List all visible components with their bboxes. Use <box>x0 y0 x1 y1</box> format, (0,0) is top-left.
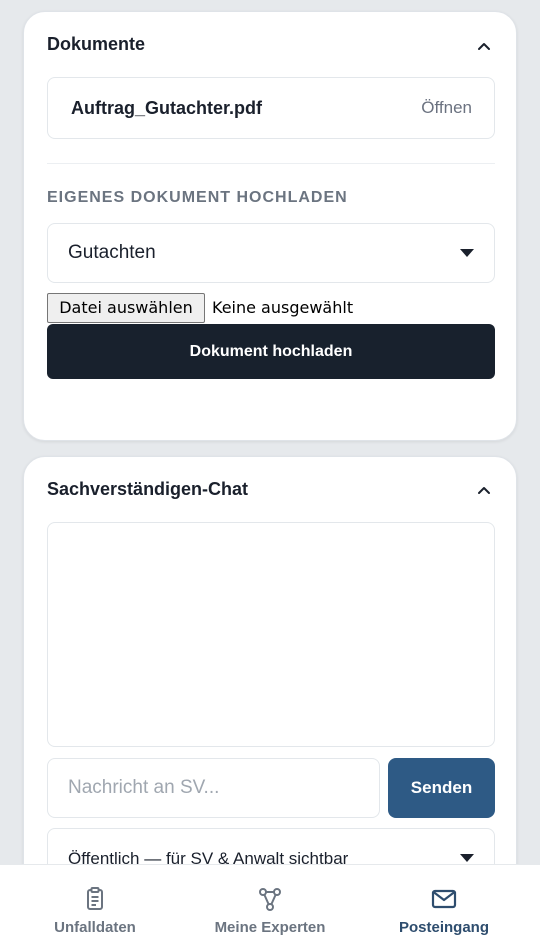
mail-icon <box>431 889 457 909</box>
network-icon <box>259 888 281 911</box>
file-status-text: Keine ausgewählt <box>212 298 354 317</box>
upload-document-button[interactable]: Dokument hochladen <box>47 324 495 379</box>
divider <box>47 163 495 164</box>
choose-file-button[interactable]: Datei auswählen <box>47 293 205 323</box>
chevron-up-icon[interactable] <box>476 38 492 54</box>
open-document-link[interactable]: Öffnen <box>421 98 472 118</box>
nav-label-unfalldaten: Unfalldaten <box>54 919 136 936</box>
chat-card-title: Sachverständigen-Chat <box>47 479 249 499</box>
document-file-row: Auftrag_Gutachter.pdf Öffnen <box>47 77 495 139</box>
send-button[interactable]: Senden <box>388 758 495 818</box>
document-file-name: Auftrag_Gutachter.pdf <box>71 98 263 118</box>
documents-card: Dokumente Auftrag_Gutachter.pdf Öffnen E… <box>23 11 517 441</box>
chevron-up-icon[interactable] <box>476 482 492 498</box>
caret-down-icon <box>460 854 474 862</box>
bottom-nav: Unfalldaten Meine Experten Posteingang <box>0 864 540 951</box>
caret-down-icon <box>460 249 474 257</box>
clipboard-icon <box>87 887 103 910</box>
nav-item-posteingang[interactable]: Posteingang <box>389 865 499 951</box>
upload-section-label: EIGENES DOKUMENT HOCHLADEN <box>47 189 348 206</box>
nav-item-meine-experten[interactable]: Meine Experten <box>200 865 340 951</box>
documents-card-title: Dokumente <box>47 34 146 54</box>
message-input-placeholder: Nachricht an SV... <box>68 777 220 798</box>
message-input[interactable]: Nachricht an SV... <box>47 758 380 818</box>
chat-messages-area[interactable] <box>47 522 495 747</box>
document-type-select[interactable]: Gutachten <box>47 223 495 283</box>
document-type-selected: Gutachten <box>68 242 156 263</box>
nav-item-unfalldaten[interactable]: Unfalldaten <box>40 865 150 951</box>
nav-label-meine-experten: Meine Experten <box>214 919 326 936</box>
nav-label-posteingang: Posteingang <box>398 919 489 936</box>
chat-card: Sachverständigen-Chat Nachricht an SV...… <box>23 456 517 896</box>
